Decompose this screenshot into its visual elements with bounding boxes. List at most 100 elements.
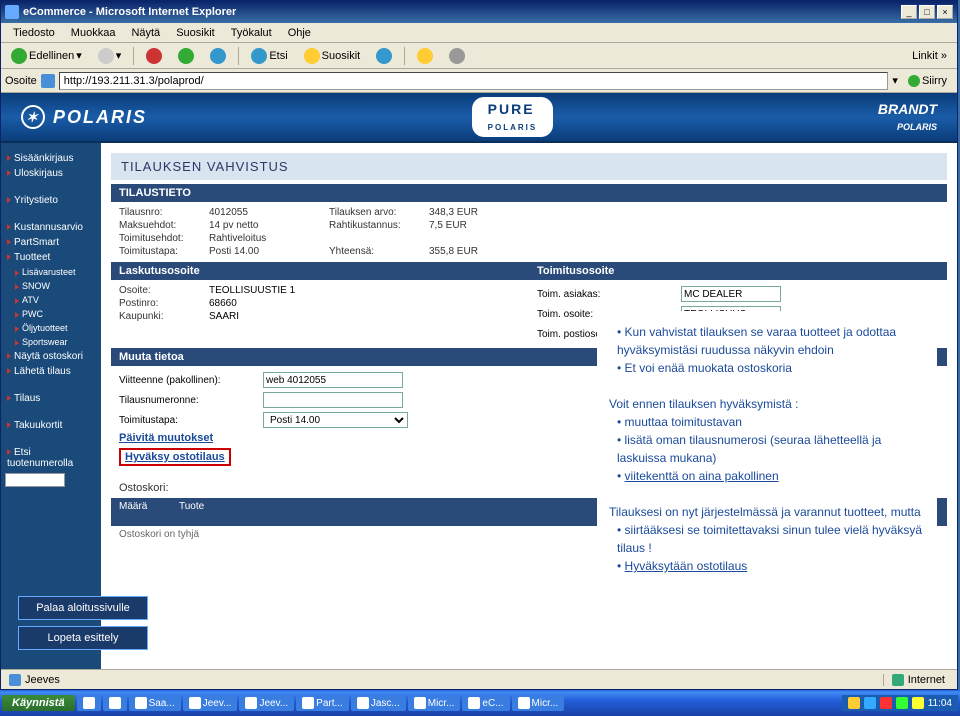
sidebar-item-oljy[interactable]: Öljytuotteet bbox=[5, 321, 97, 335]
sidebar-item-ostoskori[interactable]: Näytä ostoskori bbox=[5, 349, 97, 364]
refresh-button[interactable] bbox=[172, 46, 200, 66]
brandt-logo: BRANDT POLARIS bbox=[878, 101, 937, 133]
toimitustapa-select[interactable]: Posti 14.00 bbox=[263, 412, 408, 428]
menu-suosikit[interactable]: Suosikit bbox=[168, 25, 223, 41]
home-button[interactable] bbox=[204, 46, 232, 66]
clock: 11:04 bbox=[928, 698, 952, 709]
back-label: Edellinen bbox=[29, 50, 74, 62]
page-title: TILAUKSEN VAHVISTUS bbox=[111, 153, 947, 180]
pure-logo: PURE POLARIS bbox=[472, 97, 554, 137]
polaris-star-icon: ✶ bbox=[21, 105, 45, 129]
app-icon bbox=[83, 697, 95, 709]
task-item[interactable]: Jeev... bbox=[183, 695, 238, 711]
forward-icon bbox=[98, 48, 114, 64]
menu-muokkaa[interactable]: Muokkaa bbox=[63, 25, 124, 41]
address-label: Osoite bbox=[5, 75, 37, 87]
sidebar-item-takuu[interactable]: Takuukortit bbox=[5, 418, 97, 433]
tilaustieto-header: TILAUSTIETO bbox=[111, 184, 947, 202]
menu-tyokalut[interactable]: Työkalut bbox=[223, 25, 280, 41]
ie-icon bbox=[5, 5, 19, 19]
star-icon bbox=[304, 48, 320, 64]
tray-icon bbox=[896, 697, 908, 709]
page-status-icon bbox=[9, 674, 21, 686]
quicklaunch[interactable] bbox=[77, 695, 101, 711]
search-button[interactable]: Etsi bbox=[245, 46, 293, 66]
brand-header: ✶ POLARIS PURE POLARIS BRANDT POLARIS bbox=[1, 93, 957, 143]
search-label: Etsi bbox=[269, 50, 287, 62]
task-item[interactable]: Part... bbox=[296, 695, 349, 711]
history-icon bbox=[376, 48, 392, 64]
sidebar-search-input[interactable] bbox=[5, 473, 65, 487]
dropdown-icon: ▾ bbox=[76, 49, 82, 62]
dropdown-icon: ▾ bbox=[116, 49, 122, 62]
toim-asiakas-input[interactable] bbox=[681, 286, 781, 302]
home-icon bbox=[210, 48, 226, 64]
app-icon bbox=[245, 697, 257, 709]
statusbar: Jeeves Internet bbox=[1, 669, 957, 689]
menu-ohje[interactable]: Ohje bbox=[280, 25, 319, 41]
back-button[interactable]: Edellinen ▾ bbox=[5, 46, 88, 66]
tray-icon bbox=[864, 697, 876, 709]
task-item[interactable]: Jasc... bbox=[351, 695, 406, 711]
stop-icon bbox=[146, 48, 162, 64]
task-item[interactable]: Micr... bbox=[512, 695, 565, 711]
app-icon bbox=[302, 697, 314, 709]
tilausnro-input[interactable] bbox=[263, 392, 403, 408]
taskbar: Käynnistä Saa... Jeev... Jeev... Part...… bbox=[0, 690, 960, 716]
app-icon bbox=[357, 697, 369, 709]
sidebar-item-laheta[interactable]: Lähetä tilaus bbox=[5, 364, 97, 379]
maximize-button[interactable]: □ bbox=[919, 5, 935, 19]
sidebar-item-tilaus[interactable]: Tilaus bbox=[5, 391, 97, 406]
sidebar-item-lisavarusteet[interactable]: Lisävarusteet bbox=[5, 265, 97, 279]
system-tray[interactable]: 11:04 bbox=[842, 695, 958, 711]
menu-nayta[interactable]: Näytä bbox=[123, 25, 168, 41]
zone-icon bbox=[892, 674, 904, 686]
search-icon bbox=[251, 48, 267, 64]
task-item[interactable]: Jeev... bbox=[239, 695, 294, 711]
viite-input[interactable] bbox=[263, 372, 403, 388]
sidebar-item-login[interactable]: Sisäänkirjaus bbox=[5, 151, 97, 166]
sidebar-item-pwc[interactable]: PWC bbox=[5, 307, 97, 321]
tray-icon bbox=[880, 697, 892, 709]
menu-tiedosto[interactable]: Tiedosto bbox=[5, 25, 63, 41]
refresh-icon bbox=[178, 48, 194, 64]
sidebar-item-atv[interactable]: ATV bbox=[5, 293, 97, 307]
zone-text: Internet bbox=[908, 674, 945, 686]
palaa-button[interactable]: Palaa aloitussivulle bbox=[18, 596, 148, 620]
start-button[interactable]: Käynnistä bbox=[2, 695, 75, 711]
app-icon bbox=[109, 697, 121, 709]
lopeta-button[interactable]: Lopeta esittely bbox=[18, 626, 148, 650]
sidebar-item-logout[interactable]: Uloskirjaus bbox=[5, 166, 97, 181]
app-icon bbox=[135, 697, 147, 709]
quicklaunch[interactable] bbox=[103, 695, 127, 711]
favorites-button[interactable]: Suosikit bbox=[298, 46, 367, 66]
mail-button[interactable] bbox=[411, 46, 439, 66]
addressbar: Osoite ▾ Siirry bbox=[1, 69, 957, 93]
address-dropdown-icon[interactable]: ▾ bbox=[892, 74, 898, 87]
sidebar-item-yritys[interactable]: Yritystieto bbox=[5, 193, 97, 208]
stop-button[interactable] bbox=[140, 46, 168, 66]
close-button[interactable]: × bbox=[937, 5, 953, 19]
go-button[interactable]: Siirry bbox=[902, 73, 953, 89]
history-button[interactable] bbox=[370, 46, 398, 66]
sidebar-item-snow[interactable]: SNOW bbox=[5, 279, 97, 293]
mail-icon bbox=[417, 48, 433, 64]
app-icon bbox=[189, 697, 201, 709]
window-titlebar: eCommerce - Microsoft Internet Explorer … bbox=[1, 1, 957, 23]
task-item[interactable]: eC... bbox=[462, 695, 509, 711]
sidebar-item-tuotteet[interactable]: Tuotteet bbox=[5, 250, 97, 265]
print-icon bbox=[449, 48, 465, 64]
print-button[interactable] bbox=[443, 46, 471, 66]
hyvaksy-link[interactable]: Hyväksy ostotilaus bbox=[125, 451, 225, 463]
sidebar-item-etsi[interactable]: Etsi tuotenumerolla bbox=[5, 445, 97, 471]
sidebar-item-partsmart[interactable]: PartSmart bbox=[5, 235, 97, 250]
sidebar-item-kustannus[interactable]: Kustannusarvio bbox=[5, 220, 97, 235]
forward-button[interactable]: ▾ bbox=[92, 46, 128, 66]
task-item[interactable]: Micr... bbox=[408, 695, 461, 711]
address-input[interactable] bbox=[59, 72, 889, 90]
links-button[interactable]: Linkit » bbox=[906, 48, 953, 64]
back-icon bbox=[11, 48, 27, 64]
task-item[interactable]: Saa... bbox=[129, 695, 181, 711]
minimize-button[interactable]: _ bbox=[901, 5, 917, 19]
sidebar-item-sportswear[interactable]: Sportswear bbox=[5, 335, 97, 349]
